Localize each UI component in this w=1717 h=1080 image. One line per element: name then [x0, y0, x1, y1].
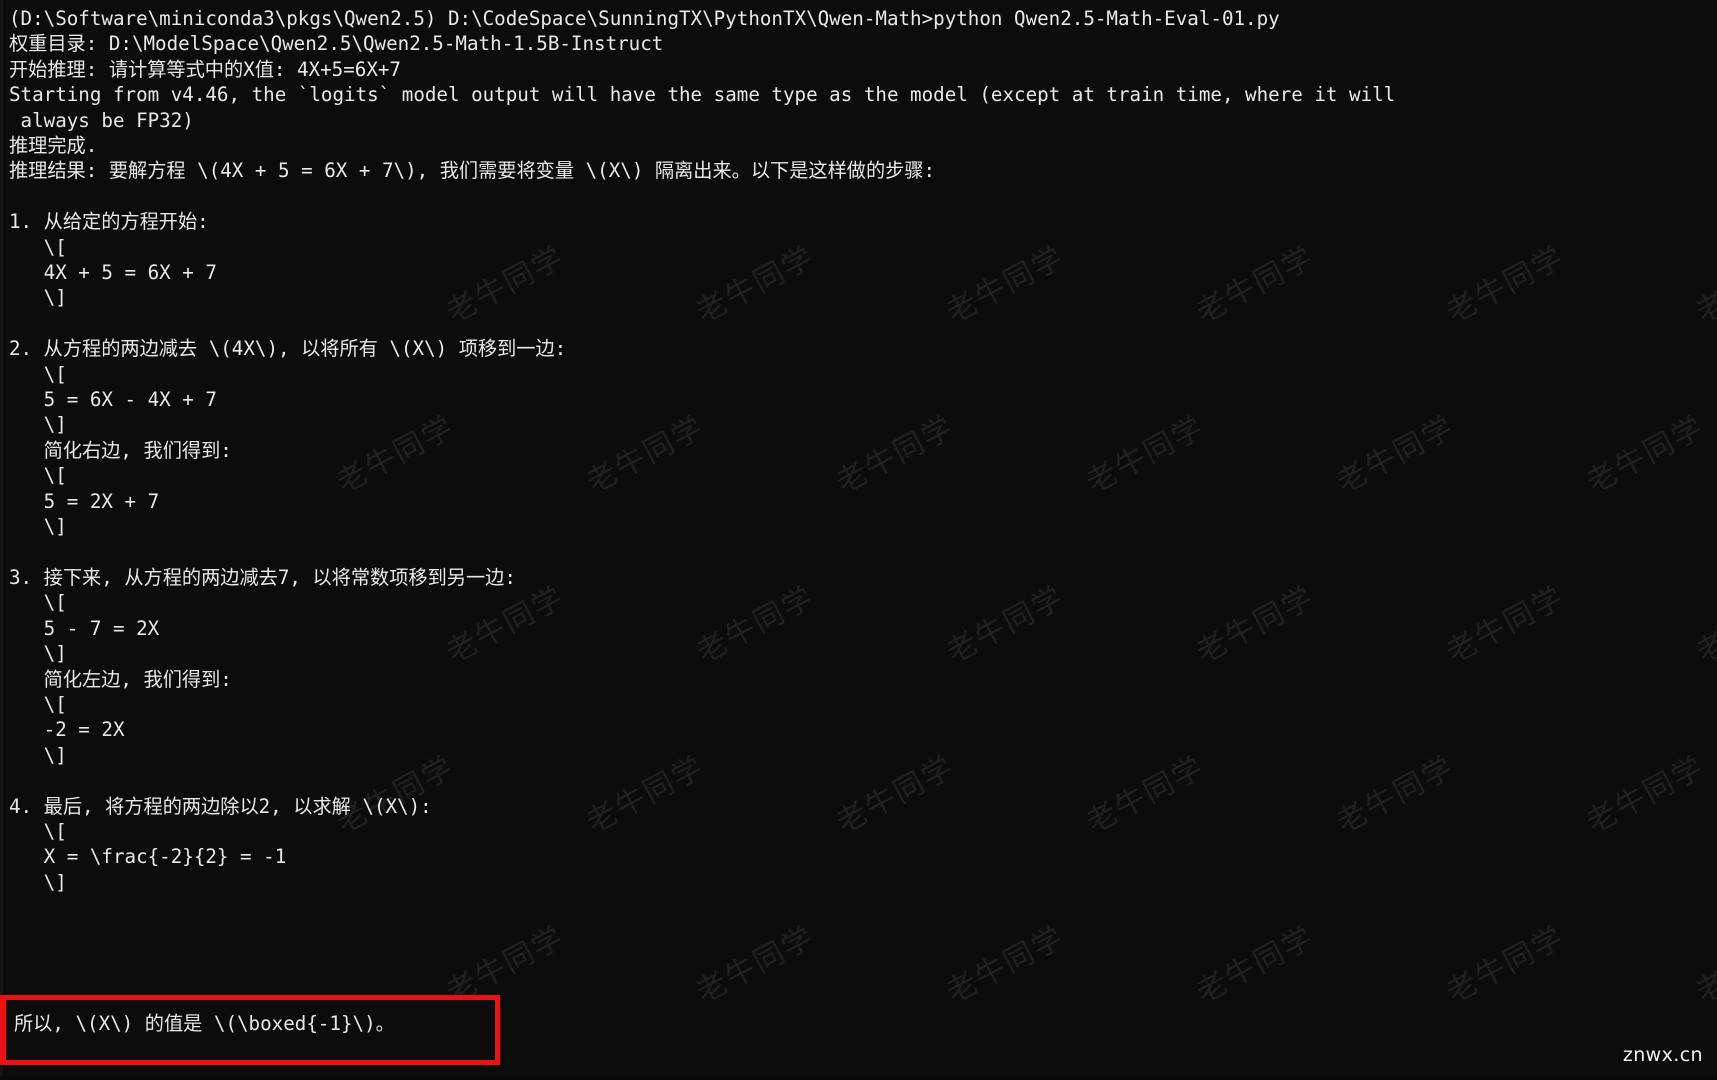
console-line: \]	[9, 413, 67, 437]
console-line: \]	[9, 286, 67, 310]
watermark-text: 老牛同学	[1190, 919, 1321, 1011]
console-line: 4X + 5 = 6X + 7	[9, 261, 217, 285]
console-line: \]	[9, 870, 67, 894]
site-watermark-label: znwx.cn	[1622, 1044, 1703, 1066]
final-answer-text: 所以, \(X\) 的值是 \(\boxed{-1}\)。	[14, 1012, 395, 1035]
terminal-window: 老牛同学 老牛同学 老牛同学 老牛同学 老牛同学 老牛同学 老牛同学 老牛同学 老牛同学 老牛同学…	[0, 0, 1717, 1080]
window-bottom-strip	[0, 1076, 1717, 1080]
console-line: \]	[9, 515, 67, 539]
console-line: \]	[9, 642, 67, 666]
console-line: \[	[9, 819, 67, 843]
console-line: Starting from v4.46, the `logits` model …	[9, 83, 1396, 107]
console-line: always be FP32)	[9, 108, 194, 132]
console-line: 简化右边, 我们得到:	[9, 438, 232, 462]
console-line: X = \frac{-2}{2} = -1	[9, 845, 287, 869]
console-line: \[	[9, 362, 67, 386]
watermark-text: 老牛同学	[690, 919, 821, 1011]
console-line: 4. 最后, 将方程的两边除以2, 以求解 \(X\):	[9, 794, 432, 818]
console-line: 简化左边, 我们得到:	[9, 667, 232, 691]
watermark-text: 老牛同学	[940, 919, 1071, 1011]
console-line: \]	[9, 743, 67, 767]
console-line: 推理完成.	[9, 134, 98, 158]
console-line: \[	[9, 235, 67, 259]
console-line: -2 = 2X	[9, 718, 125, 742]
console-line: 2. 从方程的两边减去 \(4X\), 以将所有 \(X\) 项移到一边:	[9, 337, 567, 361]
console-line: 3. 接下来, 从方程的两边减去7, 以将常数项移到另一边:	[9, 565, 516, 589]
watermark-text: 老牛同学	[1440, 919, 1571, 1011]
console-line: 权重目录: D:\ModelSpace\Qwen2.5\Qwen2.5-Math…	[9, 32, 664, 56]
console-output[interactable]: (D:\Software\miniconda3\pkgs\Qwen2.5) D:…	[0, 0, 1717, 921]
console-line: 推理结果: 要解方程 \(4X + 5 = 6X + 7\), 我们需要将变量 …	[9, 159, 936, 183]
console-line: 1. 从给定的方程开始:	[9, 210, 209, 234]
watermark-text: 老牛同学	[1690, 919, 1717, 1011]
watermark-text: 老牛同学	[440, 919, 571, 1011]
console-line: 5 - 7 = 2X	[9, 616, 160, 640]
console-line: 开始推理: 请计算等式中的X值: 4X+5=6X+7	[9, 57, 401, 81]
console-line: \[	[9, 464, 67, 488]
console-line: \[	[9, 591, 67, 615]
console-line: (D:\Software\miniconda3\pkgs\Qwen2.5) D:…	[9, 7, 1280, 30]
console-line: 5 = 6X - 4X + 7	[9, 388, 217, 412]
console-line: 5 = 2X + 7	[9, 489, 160, 513]
console-line: \[	[9, 692, 67, 716]
